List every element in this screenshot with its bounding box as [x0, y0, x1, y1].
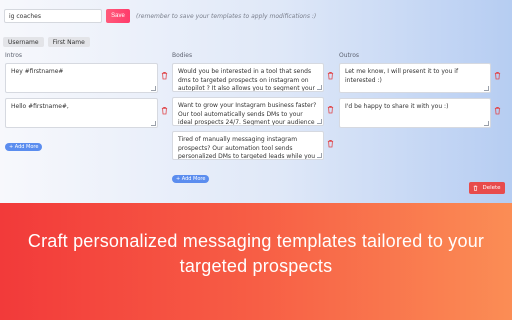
trash-icon[interactable] — [327, 71, 334, 80]
trash-icon[interactable] — [327, 105, 334, 114]
body-textarea[interactable]: Want to grow your Instagram business fas… — [172, 97, 324, 126]
campaign-name-input[interactable] — [4, 9, 102, 23]
body-row: Want to grow your Instagram business fas… — [172, 97, 334, 126]
outro-textarea[interactable]: I'd be happy to share it with you :) — [339, 98, 491, 128]
add-intro-button[interactable]: + Add More — [5, 143, 43, 151]
add-body-button[interactable]: + Add More — [172, 175, 210, 183]
body-textarea[interactable]: Tired of manually messaging instagram pr… — [172, 131, 324, 160]
trash-icon[interactable] — [327, 139, 334, 148]
intro-row: Hey #firstname# — [5, 63, 168, 93]
trash-icon[interactable] — [161, 106, 168, 115]
resize-handle[interactable] — [151, 86, 156, 91]
chip-username[interactable]: Username — [3, 37, 44, 47]
delete-label: Delete — [482, 185, 501, 191]
outro-row: Let me know, I will present it to you if… — [339, 63, 501, 93]
body-row: Tired of manually messaging instagram pr… — [172, 131, 334, 160]
resize-handle[interactable] — [151, 121, 156, 126]
resize-handle[interactable] — [317, 119, 322, 124]
body-text: Would you be interested in a tool that s… — [178, 68, 315, 92]
topbar: Save (remember to save your templates to… — [4, 8, 316, 24]
resize-handle[interactable] — [317, 85, 322, 90]
delete-button[interactable]: Delete — [469, 182, 505, 194]
template-editor: Save (remember to save your templates to… — [0, 0, 512, 203]
outros-label: Outros — [339, 52, 360, 59]
intro-text: Hello #firstname#, — [11, 103, 69, 110]
chip-first-name[interactable]: First Name — [47, 37, 90, 47]
intro-row: Hello #firstname#, — [5, 98, 168, 128]
outros-column: Outros Let me know, I will present it to… — [339, 53, 501, 133]
intro-text: Hey #firstname# — [11, 68, 64, 75]
body-textarea[interactable]: Would you be interested in a tool that s… — [172, 63, 324, 92]
save-button[interactable]: Save — [106, 9, 130, 23]
intro-textarea[interactable]: Hey #firstname# — [5, 63, 158, 93]
bodies-label: Bodies — [172, 52, 193, 59]
resize-handle[interactable] — [484, 121, 489, 126]
body-text: Tired of manually messaging instagram pr… — [178, 136, 316, 160]
outro-row: I'd be happy to share it with you :) — [339, 98, 501, 128]
body-row: Would you be interested in a tool that s… — [172, 63, 334, 92]
body-text: Want to grow your Instagram business fas… — [178, 102, 317, 126]
trash-icon[interactable] — [494, 71, 501, 80]
outro-text: Let me know, I will present it to you if… — [345, 68, 459, 84]
trash-icon — [474, 185, 478, 191]
trash-icon[interactable] — [494, 106, 501, 115]
resize-handle[interactable] — [317, 153, 322, 158]
bodies-column: Bodies Would you be interested in a tool… — [172, 53, 334, 184]
intros-column: Intros Hey #firstname# Hello #firstname#… — [5, 53, 168, 152]
intro-textarea[interactable]: Hello #firstname#, — [5, 98, 158, 128]
outro-textarea[interactable]: Let me know, I will present it to you if… — [339, 63, 491, 93]
resize-handle[interactable] — [484, 86, 489, 91]
variable-chips: Username First Name — [3, 37, 90, 47]
banner-headline: Craft personalized messaging templates t… — [27, 231, 485, 276]
outro-text: I'd be happy to share it with you :) — [345, 103, 449, 110]
save-hint: (remember to save your templates to appl… — [136, 12, 317, 20]
trash-icon[interactable] — [161, 71, 168, 80]
intros-label: Intros — [5, 52, 23, 59]
